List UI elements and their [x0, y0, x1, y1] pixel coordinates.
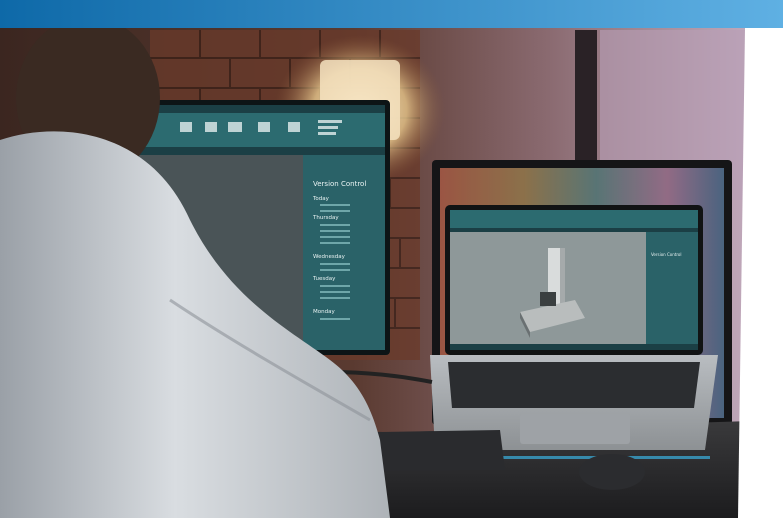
top-banner	[0, 0, 783, 28]
monitor-day-3: Tuesday	[312, 276, 336, 282]
scene-illustration: Version Control Today Thursday Wednesday…	[0, 0, 783, 518]
mouse	[579, 454, 645, 490]
monitor-panel-title: Version Control	[313, 180, 366, 188]
monitor-day-4: Monday	[313, 309, 335, 315]
laptop-panel-title: Version Control	[651, 252, 681, 257]
monitor-day-2: Wednesday	[313, 254, 346, 260]
laptop-keyboard	[448, 362, 700, 408]
page-edge	[738, 28, 783, 518]
laptop: Version Control	[430, 205, 718, 450]
monitor-day-0: Today	[312, 196, 330, 202]
monitor-day-1: Thursday	[312, 215, 339, 221]
laptop-trackpad	[520, 414, 630, 444]
photo-scene: Version Control Today Thursday Wednesday…	[0, 0, 783, 518]
